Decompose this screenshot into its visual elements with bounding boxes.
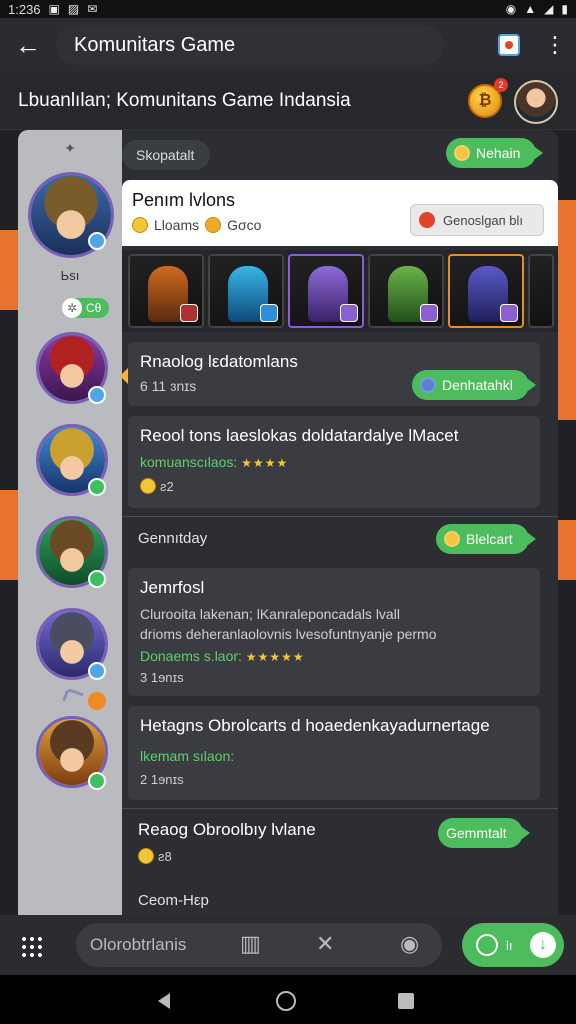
verified-icon [88,772,106,790]
nav-recents-icon[interactable] [398,993,414,1009]
hero-tile[interactable] [368,254,444,328]
user-avatar[interactable] [514,80,558,124]
post-card[interactable]: Reool tons laeslokas doldatardalye lMace… [128,416,540,508]
hero-tile[interactable] [208,254,284,328]
comment-button[interactable]: Gemmtalt [438,818,530,848]
post-title: Reaog Obroolbıy lvlane [138,820,316,839]
settings-button[interactable]: Genoslgaп blı [410,204,544,236]
emoji-icon [444,531,460,547]
card-title: Penım lvlons [132,190,236,210]
image-icon: ▨ [67,2,80,16]
download-icon: ↓ [530,932,556,958]
community-header: Lbuanlılan; Komunitans Game Indansia ₿ 2 [0,72,576,130]
nav-back-icon[interactable] [158,993,170,1009]
menu-grid-icon[interactable] [20,935,44,959]
community-title: Lbuanlılan; Komunitans Game Indansia [18,89,351,111]
search-bar[interactable]: ▥ ✕ ◉ [76,923,442,967]
rating-stars: ★★★★★ [245,650,305,664]
hero-tile[interactable] [288,254,364,328]
verified-icon [88,478,106,496]
section-label-birthday: Gennıtday [138,530,208,547]
app-bar: ← Komunitars Game ⋮ [0,18,576,72]
divider [122,516,558,517]
search-input[interactable] [90,935,240,955]
post-tag: lkemam sılaon: [140,748,235,764]
post-tag: komuanscılaos: ★★★★ [140,454,289,470]
app-title: Komunitars Game [56,25,444,65]
settings-icon[interactable]: ✲ [62,298,82,318]
record-icon [476,934,498,956]
post-meta: ƨ2 [140,478,174,494]
coin-icon [454,145,470,161]
notification-badge: 2 [494,78,508,92]
close-icon[interactable]: ✕ [316,931,334,957]
decor-stripe [558,200,576,420]
status-time: 1:236 [8,1,41,17]
post-meta: ƨ8 [138,848,172,864]
verified-icon [88,570,106,588]
community-card: Penım lvlons Lloams Gσco Genoslgaп blı [122,180,558,246]
bottom-bar: ▥ ✕ ◉ lı ↓ [0,915,576,975]
feed-column: Skopatalt Nehain Penım lvlons Lloams Gσc… [122,130,558,915]
location-icon: ◉ [505,2,517,16]
collapse-icon[interactable]: ✦ [18,140,122,157]
post-card[interactable]: Hetagns Obrolcarts d hoaedenkayadurnerta… [128,706,540,800]
coin-icon [205,217,222,233]
emoji-icon[interactable]: ◉ [400,931,419,957]
globe-icon [420,377,436,393]
chest-icon [132,217,148,233]
ranking-button[interactable]: Denhatahkl [412,370,536,400]
verified-icon [88,386,106,404]
coin-icon [138,848,154,864]
shop-icon[interactable] [498,34,520,56]
decor-stripe [558,520,576,580]
back-arrow-icon[interactable]: ← [0,18,56,72]
section-label-help: Ceom-Нεр [138,892,209,909]
post-button[interactable]: lı ↓ [462,923,564,967]
nav-home-icon[interactable] [276,991,296,1011]
hero-tile[interactable] [528,254,554,328]
verified-icon [88,232,106,250]
notification-dot [88,692,106,710]
signal-icon: ◢ [544,2,554,16]
post-tag: Donaems s.laor: ★★★★★ [140,648,305,664]
notification-icon: ▣ [48,2,60,16]
mail-icon: ✉ [87,2,98,16]
rail-label: Ьsı [60,268,80,283]
decor-stripe [0,230,18,310]
more-options-icon[interactable]: ⋮ [544,34,566,56]
main-panel: ✦ Ьsı Cθ ✲ Skopatalt Nehain Penım lvlons [18,130,558,915]
clipboard-icon[interactable]: ▥ [240,931,261,957]
decor-stripe [0,490,18,580]
hero-carousel[interactable] [122,250,558,332]
card-meta: Lloams Gσco [132,217,261,233]
coin-icon [140,478,156,494]
divider [122,808,558,809]
post-card[interactable]: Jemrfosl Clurooita lakenan; lKanraleponc… [128,568,540,696]
verified-icon [88,662,106,680]
hero-tile[interactable] [448,254,524,328]
status-bar: 1:236 ▣ ▨ ✉ ◉ ▲ ◢ ▮ [0,0,576,18]
rating-stars: ★★★★ [241,456,289,470]
join-button[interactable]: Nehain [446,138,544,168]
system-nav-bar [0,975,576,1024]
birthday-button[interactable]: Blelcart [436,524,536,554]
filter-chip[interactable]: Skopatalt [122,140,211,170]
link-icon [62,687,84,707]
member-rail: ✦ Ьsı Cθ ✲ [18,130,122,915]
wifi-icon: ▲ [524,2,537,16]
battery-icon: ▮ [561,2,568,16]
hero-tile[interactable] [128,254,204,328]
alert-icon [419,212,435,228]
